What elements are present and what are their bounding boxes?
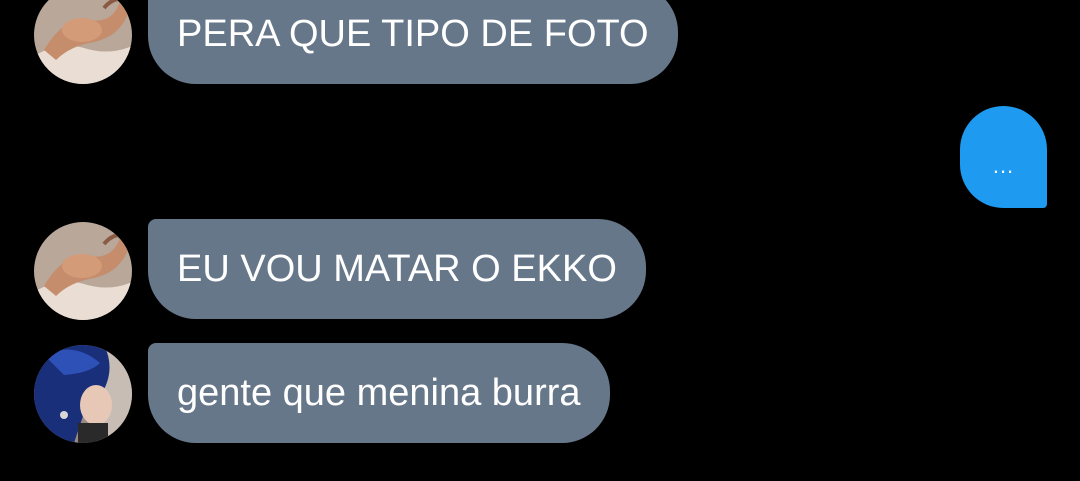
avatar-blue-hair[interactable] — [34, 345, 132, 443]
avatar-flexing-arm-image — [34, 222, 132, 320]
message-text: gente que menina burra — [177, 372, 581, 414]
message-text: EU VOU MATAR O EKKO — [177, 248, 617, 290]
avatar-blue-hair-image — [34, 345, 132, 443]
message-bubble[interactable]: gente que menina burra — [148, 343, 610, 443]
message-text: PERA QUE TIPO DE FOTO — [177, 13, 649, 55]
message-bubble[interactable]: PERA QUE TIPO DE FOTO — [148, 0, 678, 84]
avatar-flex[interactable] — [34, 0, 132, 84]
avatar-flex[interactable] — [34, 222, 132, 320]
avatar-flexing-arm-image — [34, 0, 132, 84]
message-text: ... — [992, 153, 1015, 178]
outgoing-message-bubble[interactable]: ... — [960, 106, 1047, 208]
message-bubble[interactable]: EU VOU MATAR O EKKO — [148, 219, 646, 319]
chat-screen: { "messages": [ {"sender": "user-flex", … — [0, 0, 1080, 481]
